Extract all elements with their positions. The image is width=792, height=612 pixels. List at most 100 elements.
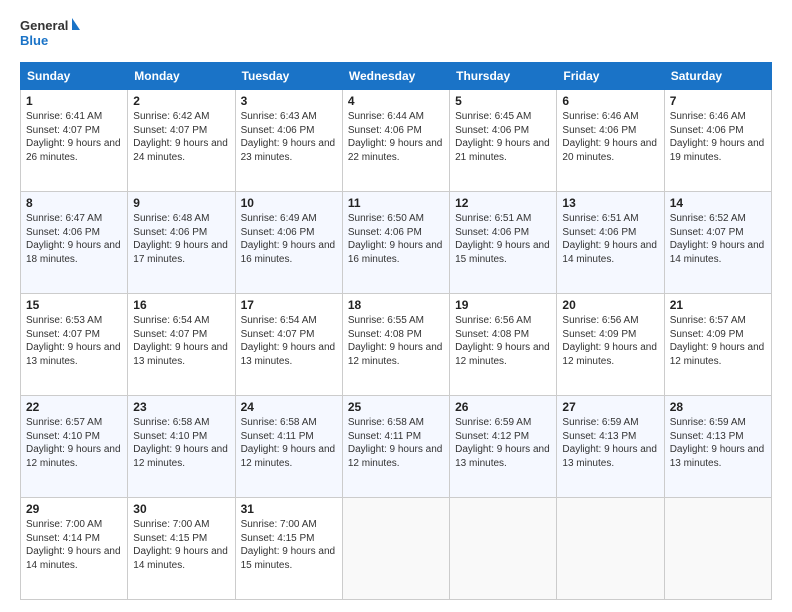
- day-info: Sunrise: 6:58 AM Sunset: 4:11 PM Dayligh…: [348, 416, 444, 470]
- calendar-cell: 5 Sunrise: 6:45 AM Sunset: 4:06 PM Dayli…: [450, 90, 557, 192]
- calendar-cell: 2 Sunrise: 6:42 AM Sunset: 4:07 PM Dayli…: [128, 90, 235, 192]
- header: General Blue: [20, 16, 772, 52]
- daylight-text: Daylight: 9 hours and 16 minutes.: [241, 240, 336, 265]
- day-number: 5: [455, 94, 551, 108]
- calendar-cell: 20 Sunrise: 6:56 AM Sunset: 4:09 PM Dayl…: [557, 294, 664, 396]
- day-info: Sunrise: 6:55 AM Sunset: 4:08 PM Dayligh…: [348, 314, 444, 368]
- daylight-text: Daylight: 9 hours and 15 minutes.: [455, 240, 550, 265]
- daylight-text: Daylight: 9 hours and 15 minutes.: [241, 546, 336, 571]
- daylight-text: Daylight: 9 hours and 12 minutes.: [455, 342, 550, 367]
- svg-text:General: General: [20, 18, 68, 33]
- day-number: 26: [455, 400, 551, 414]
- day-info: Sunrise: 6:58 AM Sunset: 4:11 PM Dayligh…: [241, 416, 337, 470]
- sunset-text: Sunset: 4:07 PM: [133, 329, 207, 340]
- day-info: Sunrise: 7:00 AM Sunset: 4:15 PM Dayligh…: [241, 518, 337, 572]
- day-number: 3: [241, 94, 337, 108]
- day-number: 12: [455, 196, 551, 210]
- calendar-cell: 7 Sunrise: 6:46 AM Sunset: 4:06 PM Dayli…: [664, 90, 771, 192]
- day-info: Sunrise: 6:57 AM Sunset: 4:09 PM Dayligh…: [670, 314, 766, 368]
- calendar-cell: 26 Sunrise: 6:59 AM Sunset: 4:12 PM Dayl…: [450, 396, 557, 498]
- calendar-cell: [557, 498, 664, 600]
- sunrise-text: Sunrise: 6:42 AM: [133, 111, 209, 122]
- calendar-cell: 3 Sunrise: 6:43 AM Sunset: 4:06 PM Dayli…: [235, 90, 342, 192]
- sunrise-text: Sunrise: 6:59 AM: [455, 417, 531, 428]
- daylight-text: Daylight: 9 hours and 16 minutes.: [348, 240, 443, 265]
- calendar-cell: 19 Sunrise: 6:56 AM Sunset: 4:08 PM Dayl…: [450, 294, 557, 396]
- day-info: Sunrise: 7:00 AM Sunset: 4:15 PM Dayligh…: [133, 518, 229, 572]
- sunrise-text: Sunrise: 6:51 AM: [455, 213, 531, 224]
- sunrise-text: Sunrise: 6:56 AM: [455, 315, 531, 326]
- day-info: Sunrise: 6:59 AM Sunset: 4:13 PM Dayligh…: [670, 416, 766, 470]
- calendar-cell: 23 Sunrise: 6:58 AM Sunset: 4:10 PM Dayl…: [128, 396, 235, 498]
- sunrise-text: Sunrise: 6:58 AM: [241, 417, 317, 428]
- calendar-cell: 11 Sunrise: 6:50 AM Sunset: 4:06 PM Dayl…: [342, 192, 449, 294]
- sunset-text: Sunset: 4:12 PM: [455, 431, 529, 442]
- sunset-text: Sunset: 4:06 PM: [455, 125, 529, 136]
- day-number: 7: [670, 94, 766, 108]
- day-info: Sunrise: 6:43 AM Sunset: 4:06 PM Dayligh…: [241, 110, 337, 164]
- day-number: 31: [241, 502, 337, 516]
- day-info: Sunrise: 6:59 AM Sunset: 4:12 PM Dayligh…: [455, 416, 551, 470]
- day-number: 16: [133, 298, 229, 312]
- day-number: 6: [562, 94, 658, 108]
- calendar-cell: 13 Sunrise: 6:51 AM Sunset: 4:06 PM Dayl…: [557, 192, 664, 294]
- calendar-cell: 15 Sunrise: 6:53 AM Sunset: 4:07 PM Dayl…: [21, 294, 128, 396]
- calendar-cell: [450, 498, 557, 600]
- sunrise-text: Sunrise: 6:57 AM: [26, 417, 102, 428]
- sunrise-text: Sunrise: 6:52 AM: [670, 213, 746, 224]
- daylight-text: Daylight: 9 hours and 12 minutes.: [348, 444, 443, 469]
- calendar-cell: 27 Sunrise: 6:59 AM Sunset: 4:13 PM Dayl…: [557, 396, 664, 498]
- calendar-week-4: 22 Sunrise: 6:57 AM Sunset: 4:10 PM Dayl…: [21, 396, 772, 498]
- weekday-header-saturday: Saturday: [664, 63, 771, 90]
- day-number: 27: [562, 400, 658, 414]
- sunrise-text: Sunrise: 6:59 AM: [670, 417, 746, 428]
- sunset-text: Sunset: 4:06 PM: [348, 125, 422, 136]
- calendar-cell: 21 Sunrise: 6:57 AM Sunset: 4:09 PM Dayl…: [664, 294, 771, 396]
- weekday-header-tuesday: Tuesday: [235, 63, 342, 90]
- day-info: Sunrise: 6:46 AM Sunset: 4:06 PM Dayligh…: [670, 110, 766, 164]
- sunrise-text: Sunrise: 6:59 AM: [562, 417, 638, 428]
- sunrise-text: Sunrise: 6:54 AM: [241, 315, 317, 326]
- calendar-week-2: 8 Sunrise: 6:47 AM Sunset: 4:06 PM Dayli…: [21, 192, 772, 294]
- page: General Blue SundayMondayTuesdayWednesda…: [0, 0, 792, 612]
- weekday-header-sunday: Sunday: [21, 63, 128, 90]
- sunset-text: Sunset: 4:07 PM: [26, 125, 100, 136]
- sunrise-text: Sunrise: 6:43 AM: [241, 111, 317, 122]
- sunrise-text: Sunrise: 6:53 AM: [26, 315, 102, 326]
- weekday-header-monday: Monday: [128, 63, 235, 90]
- daylight-text: Daylight: 9 hours and 13 minutes.: [562, 444, 657, 469]
- sunrise-text: Sunrise: 6:56 AM: [562, 315, 638, 326]
- daylight-text: Daylight: 9 hours and 22 minutes.: [348, 138, 443, 163]
- calendar-cell: 31 Sunrise: 7:00 AM Sunset: 4:15 PM Dayl…: [235, 498, 342, 600]
- sunrise-text: Sunrise: 6:55 AM: [348, 315, 424, 326]
- day-number: 23: [133, 400, 229, 414]
- calendar-cell: 18 Sunrise: 6:55 AM Sunset: 4:08 PM Dayl…: [342, 294, 449, 396]
- day-number: 18: [348, 298, 444, 312]
- sunrise-text: Sunrise: 6:54 AM: [133, 315, 209, 326]
- calendar-cell: 22 Sunrise: 6:57 AM Sunset: 4:10 PM Dayl…: [21, 396, 128, 498]
- day-number: 9: [133, 196, 229, 210]
- sunset-text: Sunset: 4:06 PM: [241, 227, 315, 238]
- daylight-text: Daylight: 9 hours and 17 minutes.: [133, 240, 228, 265]
- sunrise-text: Sunrise: 6:41 AM: [26, 111, 102, 122]
- day-info: Sunrise: 6:56 AM Sunset: 4:08 PM Dayligh…: [455, 314, 551, 368]
- sunrise-text: Sunrise: 7:00 AM: [133, 519, 209, 530]
- day-number: 2: [133, 94, 229, 108]
- calendar-cell: 29 Sunrise: 7:00 AM Sunset: 4:14 PM Dayl…: [21, 498, 128, 600]
- day-info: Sunrise: 6:51 AM Sunset: 4:06 PM Dayligh…: [562, 212, 658, 266]
- daylight-text: Daylight: 9 hours and 24 minutes.: [133, 138, 228, 163]
- daylight-text: Daylight: 9 hours and 13 minutes.: [241, 342, 336, 367]
- day-info: Sunrise: 6:47 AM Sunset: 4:06 PM Dayligh…: [26, 212, 122, 266]
- calendar-table: SundayMondayTuesdayWednesdayThursdayFrid…: [20, 62, 772, 600]
- sunrise-text: Sunrise: 6:48 AM: [133, 213, 209, 224]
- sunset-text: Sunset: 4:13 PM: [670, 431, 744, 442]
- calendar-cell: 14 Sunrise: 6:52 AM Sunset: 4:07 PM Dayl…: [664, 192, 771, 294]
- day-info: Sunrise: 6:48 AM Sunset: 4:06 PM Dayligh…: [133, 212, 229, 266]
- sunset-text: Sunset: 4:06 PM: [348, 227, 422, 238]
- day-number: 30: [133, 502, 229, 516]
- calendar-cell: 28 Sunrise: 6:59 AM Sunset: 4:13 PM Dayl…: [664, 396, 771, 498]
- sunset-text: Sunset: 4:08 PM: [348, 329, 422, 340]
- day-info: Sunrise: 6:41 AM Sunset: 4:07 PM Dayligh…: [26, 110, 122, 164]
- day-info: Sunrise: 6:42 AM Sunset: 4:07 PM Dayligh…: [133, 110, 229, 164]
- weekday-header-friday: Friday: [557, 63, 664, 90]
